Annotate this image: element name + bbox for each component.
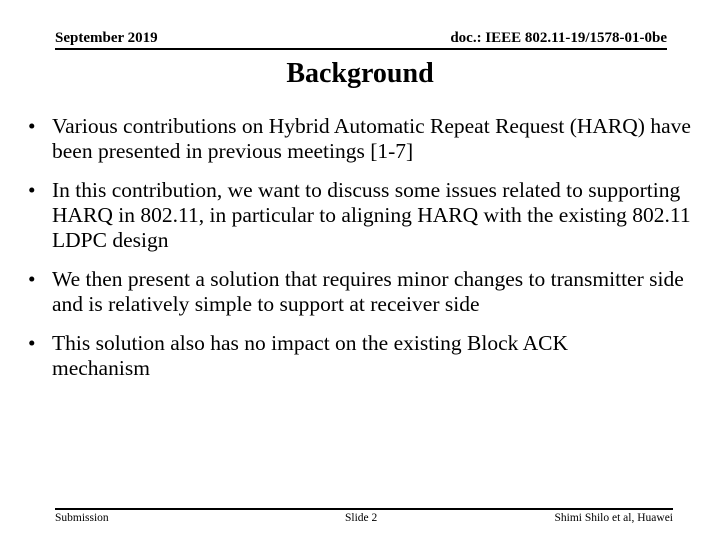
footer-submission: Submission (55, 512, 109, 524)
footer-slide-number: Slide 2 (345, 512, 378, 524)
bullet-item: • Various contributions on Hybrid Automa… (28, 114, 698, 164)
header-doc-id: doc.: IEEE 802.11-19/1578-01-0be (450, 30, 667, 46)
slide-footer: Submission Slide 2 Shimi Shilo et al, Hu… (55, 508, 673, 526)
bullet-text: This solution also has no impact on the … (52, 331, 568, 380)
header-date: September 2019 (55, 30, 158, 46)
bullet-icon: • (28, 114, 36, 138)
slide-header: September 2019 doc.: IEEE 802.11-19/1578… (55, 28, 667, 50)
bullet-item: • In this contribution, we want to discu… (28, 178, 692, 253)
bullet-icon: • (28, 331, 36, 355)
slide-title: Background (286, 58, 434, 89)
footer-author: Shimi Shilo et al, Huawei (554, 512, 673, 524)
bullet-text: In this contribution, we want to discuss… (52, 178, 691, 252)
bullet-icon: • (28, 267, 36, 291)
bullet-list: • Various contributions on Hybrid Automa… (28, 114, 698, 393)
bullet-item: • This solution also has no impact on th… (28, 331, 652, 381)
bullet-item: • We then present a solution that requir… (28, 267, 698, 317)
bullet-text: Various contributions on Hybrid Automati… (52, 114, 691, 163)
bullet-text: We then present a solution that requires… (52, 267, 684, 316)
bullet-icon: • (28, 178, 36, 202)
